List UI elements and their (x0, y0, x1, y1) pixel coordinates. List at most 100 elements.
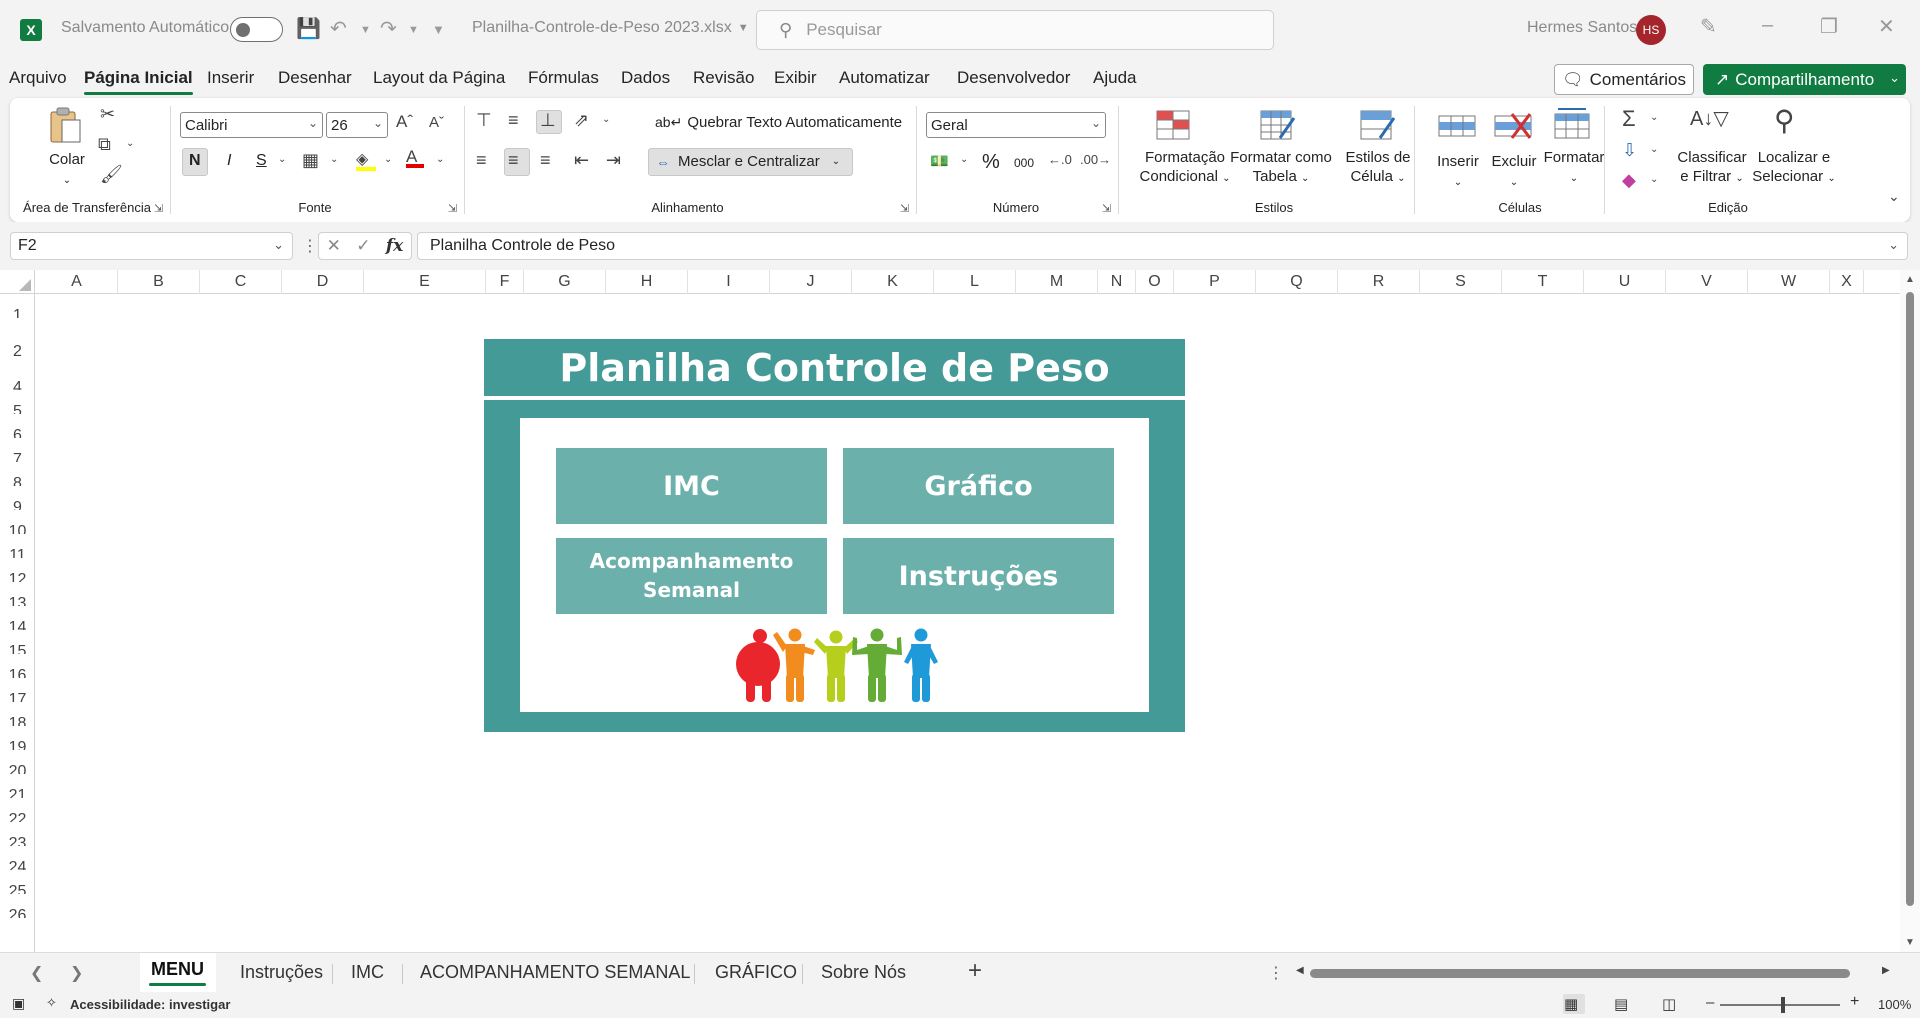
column-header-e[interactable]: E (364, 270, 486, 294)
format-table-icon[interactable] (1260, 110, 1296, 144)
chevron-down-icon[interactable]: ⌄ (1888, 237, 1899, 253)
row-header-8[interactable]: 8 (0, 462, 35, 486)
add-sheet-icon[interactable]: + (968, 957, 982, 985)
fill-dropdown-icon[interactable]: ⌄ (384, 154, 392, 165)
sheet-area[interactable]: Planilha Controle de Peso IMC Gráfico Ac… (36, 294, 1900, 952)
horizontal-scroll-thumb[interactable] (1310, 969, 1850, 978)
row-header-11[interactable]: 11 (0, 534, 35, 558)
zoom-slider-thumb[interactable] (1781, 997, 1785, 1013)
copy-icon[interactable]: ⧉ (98, 134, 111, 155)
save-icon[interactable]: 💾 (296, 16, 321, 41)
clear-icon[interactable]: ◆ (1622, 170, 1636, 191)
more-options-icon[interactable]: ⋮ (1268, 963, 1284, 983)
row-header-15[interactable]: 15 (0, 630, 35, 654)
underline-dropdown-icon[interactable]: ⌄ (278, 154, 286, 165)
insert-cells-button[interactable]: Inserir ⌄ (1430, 152, 1486, 192)
share-button[interactable]: ↗ Compartilhamento ⌄ (1703, 64, 1906, 95)
row-header-18[interactable]: 18 (0, 702, 35, 726)
vertical-scrollbar[interactable]: ▲ ▼ (1900, 270, 1920, 952)
row-header-9[interactable]: 9 (0, 486, 35, 510)
instrucoes-button[interactable]: Instruções (843, 538, 1114, 614)
decrease-font-icon[interactable]: Aˇ (429, 114, 444, 131)
row-header-14[interactable]: 14 (0, 606, 35, 630)
sheet-tab-imc[interactable]: IMC (351, 962, 384, 983)
decrease-decimal-icon[interactable]: .00→ (1080, 152, 1111, 167)
scroll-left-icon[interactable]: ◀ (1296, 965, 1304, 976)
column-header-b[interactable]: B (118, 270, 200, 294)
column-header-i[interactable]: I (688, 270, 770, 294)
column-header-k[interactable]: K (852, 270, 934, 294)
scroll-down-icon[interactable]: ▼ (1905, 937, 1915, 948)
restore-icon[interactable]: ❐ (1820, 14, 1838, 39)
find-select-icon[interactable]: ⚲ (1774, 104, 1795, 137)
customize-qat-icon[interactable]: ▼ (432, 22, 445, 37)
tab-desenhar[interactable]: Desenhar (278, 68, 352, 88)
column-header-l[interactable]: L (934, 270, 1016, 294)
column-header-v[interactable]: V (1666, 270, 1748, 294)
zoom-slider[interactable] (1720, 1004, 1840, 1006)
undo-icon[interactable]: ↶ (330, 16, 347, 41)
avatar[interactable]: HS (1636, 15, 1666, 45)
copy-dropdown-icon[interactable]: ⌄ (126, 138, 134, 149)
column-header-u[interactable]: U (1584, 270, 1666, 294)
format-cells-icon[interactable] (1554, 106, 1590, 140)
comments-button[interactable]: 🗨 Comentários (1554, 64, 1694, 95)
cell-styles-icon[interactable] (1360, 110, 1396, 144)
row-header-23[interactable]: 23 (0, 822, 35, 846)
insert-function-icon[interactable]: fx (386, 236, 403, 256)
tab-inserir[interactable]: Inserir (207, 68, 254, 88)
currency-icon[interactable]: 💵 (930, 152, 949, 170)
column-header-g[interactable]: G (524, 270, 606, 294)
dialog-launcher-icon[interactable]: ⇲ (1102, 202, 1111, 215)
select-all-button[interactable] (0, 270, 35, 294)
fill-dropdown-icon[interactable]: ⌄ (1650, 144, 1658, 155)
row-header-4[interactable]: 4 (0, 366, 35, 390)
font-color-dropdown-icon[interactable]: ⌄ (436, 154, 444, 165)
orientation-icon[interactable]: ⇗ (574, 110, 589, 131)
number-format-select[interactable]: Geral ⌄ (926, 112, 1106, 138)
row-header-7[interactable]: 7 (0, 438, 35, 462)
clear-dropdown-icon[interactable]: ⌄ (1650, 174, 1658, 185)
align-middle-icon[interactable]: ≡ (508, 110, 519, 131)
tab-revisao[interactable]: Revisão (693, 68, 754, 88)
sheet-tab-acompanhamento[interactable]: ACOMPANHAMENTO SEMANAL (420, 962, 690, 983)
sort-filter-button[interactable]: Classificar e Filtrar ⌄ (1670, 148, 1754, 188)
font-name-select[interactable]: Calibri ⌄ (180, 112, 323, 138)
row-header-24[interactable]: 24 (0, 846, 35, 870)
fill-down-icon[interactable]: ⇩ (1622, 140, 1637, 161)
decrease-indent-icon[interactable]: ⇤ (574, 150, 589, 171)
column-header-j[interactable]: J (770, 270, 852, 294)
page-layout-view-icon[interactable]: ▤ (1614, 995, 1628, 1013)
align-left-icon[interactable]: ≡ (476, 150, 487, 171)
percent-button[interactable]: % (982, 151, 1000, 174)
insert-cells-icon[interactable] (1438, 110, 1476, 144)
format-cells-button[interactable]: Formatar ⌄ (1538, 148, 1610, 188)
file-name[interactable]: Planilha-Controle-de-Peso 2023.xlsx ▼ (472, 19, 749, 37)
row-header-19[interactable]: 19 (0, 726, 35, 750)
tab-formulas[interactable]: Fórmulas (528, 68, 599, 88)
conditional-format-icon[interactable] (1156, 110, 1192, 144)
next-sheet-icon[interactable]: ❯ (70, 963, 83, 983)
row-header-16[interactable]: 16 (0, 654, 35, 678)
more-options-icon[interactable]: ⋮ (302, 236, 318, 256)
conditional-format-button[interactable]: Formatação Condicional ⌄ (1130, 148, 1240, 188)
italic-button[interactable]: I (227, 152, 231, 170)
column-header-a[interactable]: A (36, 270, 118, 294)
row-header-12[interactable]: 12 (0, 558, 35, 582)
borders-dropdown-icon[interactable]: ⌄ (330, 154, 338, 165)
column-header-n[interactable]: N (1098, 270, 1136, 294)
column-header-x[interactable]: X (1830, 270, 1864, 294)
ribbon-collapse-icon[interactable]: ⌄ (1888, 188, 1900, 205)
tab-desenvolvedor[interactable]: Desenvolvedor (957, 68, 1070, 88)
increase-font-icon[interactable]: Aˆ (396, 112, 413, 132)
name-box[interactable]: F2 ⌄ (10, 232, 293, 260)
autosave-toggle[interactable] (230, 17, 283, 42)
row-header-10[interactable]: 10 (0, 510, 35, 534)
column-header-q[interactable]: Q (1256, 270, 1338, 294)
underline-button[interactable]: S (256, 152, 267, 170)
column-header-c[interactable]: C (200, 270, 282, 294)
cut-icon[interactable]: ✂ (100, 104, 115, 125)
acompanhamento-button[interactable]: Acompanhamento Semanal (556, 538, 827, 614)
column-header-s[interactable]: S (1420, 270, 1502, 294)
page-break-view-icon[interactable]: ◫ (1662, 995, 1676, 1013)
